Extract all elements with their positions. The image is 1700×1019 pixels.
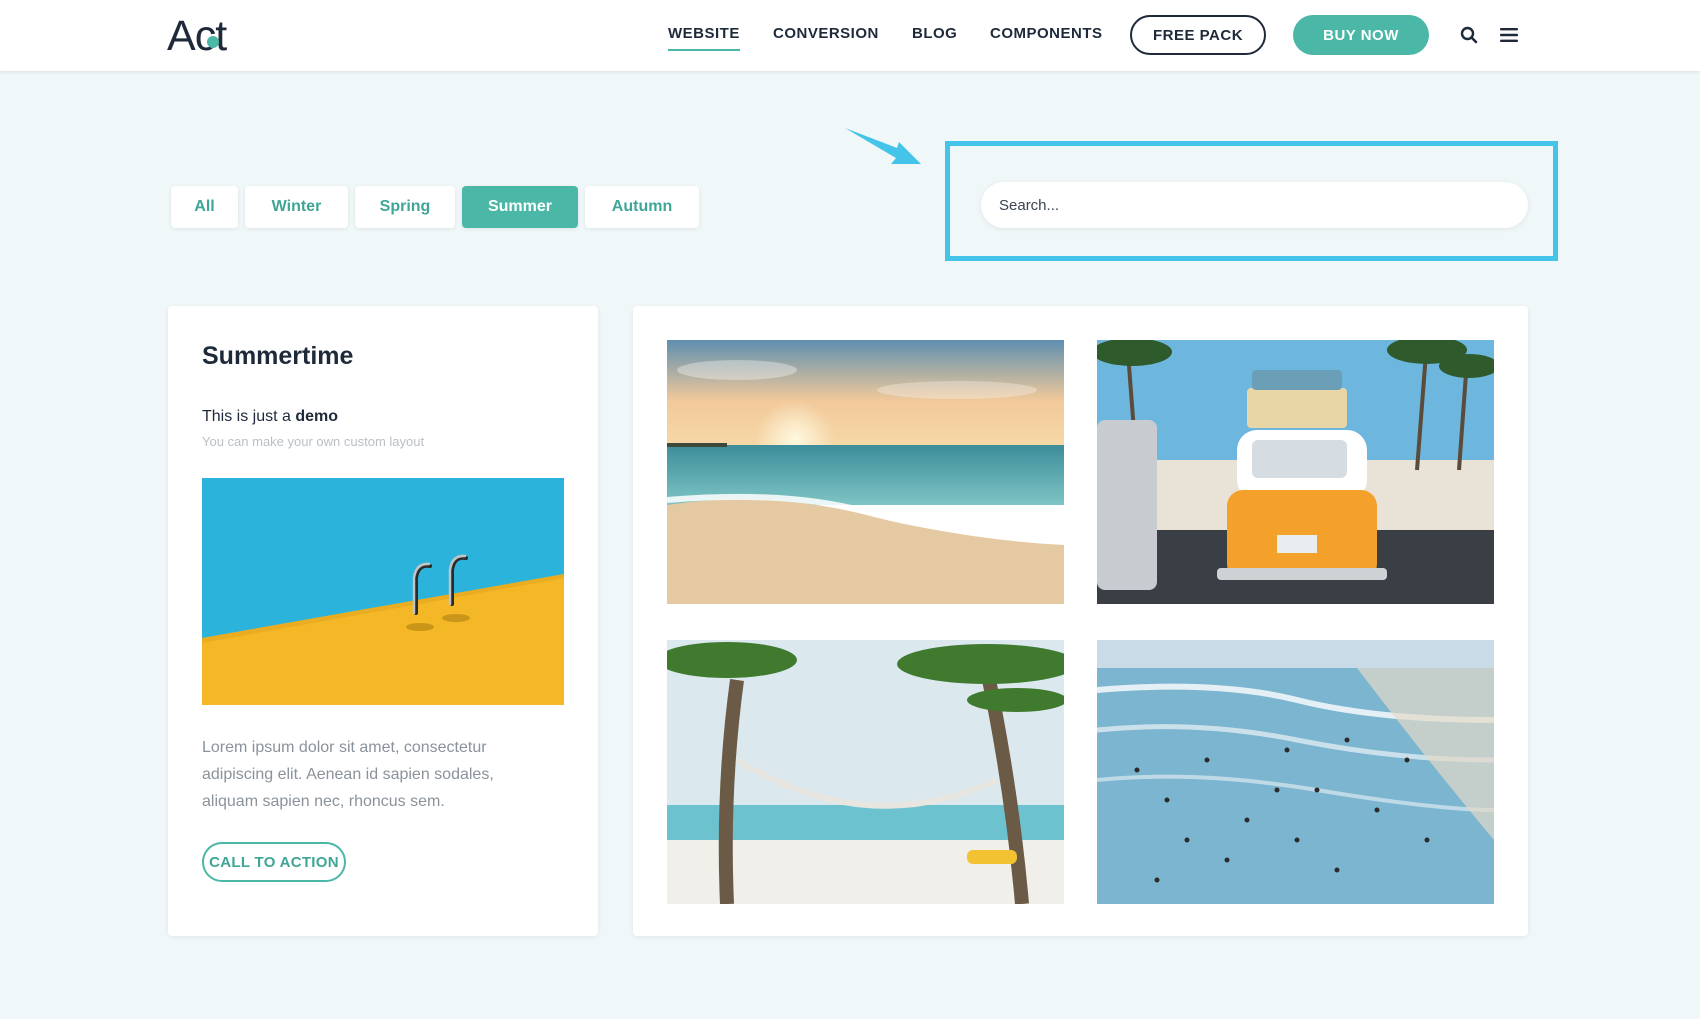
summertime-card: Summertime This is just a demo You can m… [168,306,598,936]
logo-text: Act [167,12,227,60]
search-input[interactable] [981,182,1528,228]
filter-all[interactable]: All [171,186,238,228]
card-subtitle-bold: demo [295,408,339,425]
annotation-arrow-icon [845,128,921,164]
card-title: Summertime [202,342,354,370]
filter-spring[interactable]: Spring [355,186,455,228]
gallery-image-swimmers-sea[interactable] [1097,640,1494,904]
buy-now-button[interactable]: BUY NOW [1293,15,1429,55]
free-pack-button[interactable]: FREE PACK [1130,15,1266,55]
call-to-action-button[interactable]: CALL TO ACTION [202,842,346,882]
filter-summer[interactable]: Summer [462,186,578,228]
card-body-text: Lorem ipsum dolor sit amet, consectetur … [202,739,494,810]
pool-ladder-image [202,478,564,705]
gallery-image-surf-van[interactable] [1097,340,1494,604]
search-icon[interactable] [1458,24,1480,46]
filter-winter[interactable]: Winter [245,186,348,228]
site-header: Act WEBSITE CONVERSION BLOG COMPONENTS F… [0,0,1700,71]
card-subtitle-prefix: This is just a [202,408,291,425]
card-subtitle: This is just a demo [202,408,338,426]
gallery-image-sunset-beach[interactable] [667,340,1064,604]
nav-blog[interactable]: BLOG [912,25,957,47]
logo[interactable]: Act [167,11,227,61]
gallery-card [633,306,1528,936]
nav-website[interactable]: WEBSITE [668,25,740,51]
nav-conversion[interactable]: CONVERSION [773,25,879,47]
filter-autumn[interactable]: Autumn [585,186,699,228]
nav-components[interactable]: COMPONENTS [990,25,1103,47]
hamburger-menu-icon[interactable] [1498,24,1520,46]
gallery-image-hammock-palms[interactable] [667,640,1064,904]
card-note: You can make your own custom layout [202,434,425,449]
